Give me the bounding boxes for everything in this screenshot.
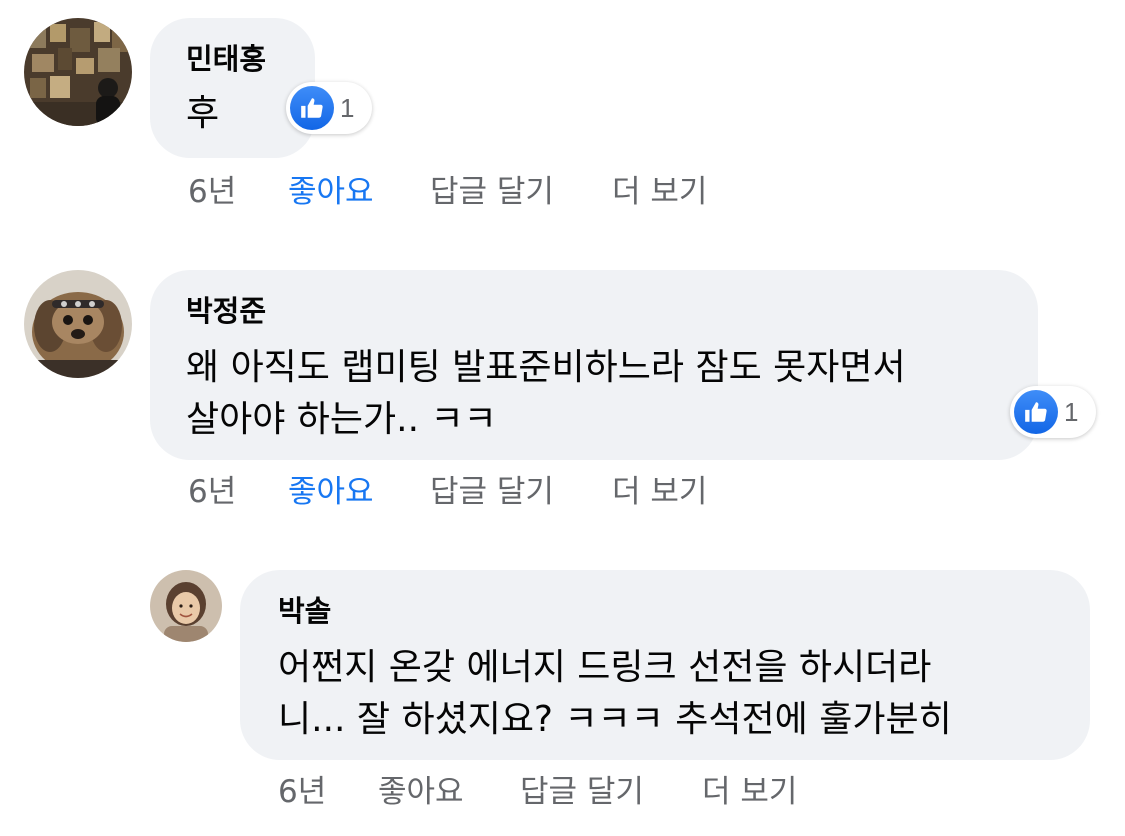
reaction-count: 1 (340, 92, 355, 123)
see-more-button[interactable]: 더 보기 (702, 772, 797, 812)
see-more-button[interactable]: 더 보기 (612, 172, 707, 212)
comment-1-actions: 6년 좋아요 답글 달기 더 보기 (188, 172, 748, 212)
comment-text-line: 어쩐지 온갖 에너지 드링크 선전을 하시더라 (278, 647, 932, 688)
comment-text-line: 니... 잘 하셨지요? ㅋㅋㅋ 추석전에 훌가분히 (278, 699, 952, 740)
comment-1-reaction-summary[interactable]: 1 (286, 82, 372, 134)
comment-text: 어쩐지 온갖 에너지 드링크 선전을 하시더라 니... 잘 하셨지요? ㅋㅋㅋ… (278, 642, 952, 746)
person-photo-avatar-image (150, 570, 222, 642)
comment-2-reaction-summary[interactable]: 1 (1010, 386, 1096, 438)
comment-2-avatar[interactable] (24, 270, 132, 378)
comment-text-line: 살아야 하는가.. ㅋㅋ (186, 399, 497, 440)
comment-author-name[interactable]: 민태홍 (186, 42, 266, 76)
comment-author-name[interactable]: 박정준 (186, 294, 266, 328)
comment-1-avatar[interactable] (24, 18, 132, 126)
thumbs-up-icon (290, 86, 334, 130)
comment-text: 왜 아직도 랩미팅 발표준비하느라 잠도 못자면서 살아야 하는가.. ㅋㅋ (186, 342, 906, 446)
comment-timestamp[interactable]: 6년 (188, 172, 236, 212)
thumbs-up-icon (1014, 390, 1058, 434)
comment-timestamp[interactable]: 6년 (188, 472, 236, 512)
see-more-button[interactable]: 더 보기 (612, 472, 707, 512)
comment-text-line: 왜 아직도 랩미팅 발표준비하느라 잠도 못자면서 (186, 347, 906, 388)
like-button[interactable]: 좋아요 (288, 172, 374, 212)
dog-photo-avatar-image (24, 270, 132, 378)
comment-3-avatar[interactable] (150, 570, 222, 642)
comment-3-bubble: 박솔 어쩐지 온갖 에너지 드링크 선전을 하시더라 니... 잘 하셨지요? … (240, 570, 1090, 760)
comment-author-name[interactable]: 박솔 (278, 594, 331, 628)
gallery-photo-avatar-image (24, 18, 132, 126)
reply-button[interactable]: 답글 달기 (430, 472, 554, 512)
comment-2-actions: 6년 좋아요 답글 달기 더 보기 (188, 472, 748, 512)
comment-1-bubble: 민태홍 후 (150, 18, 315, 158)
like-button[interactable]: 좋아요 (378, 772, 464, 812)
reply-button[interactable]: 답글 달기 (430, 172, 554, 212)
comment-2-bubble: 박정준 왜 아직도 랩미팅 발표준비하느라 잠도 못자면서 살아야 하는가.. … (150, 270, 1038, 460)
reply-button[interactable]: 답글 달기 (520, 772, 644, 812)
like-button[interactable]: 좋아요 (288, 472, 374, 512)
comment-text-line: 후 (186, 93, 220, 134)
comment-text: 후 (186, 88, 219, 140)
comment-timestamp[interactable]: 6년 (278, 772, 326, 812)
reaction-count: 1 (1064, 396, 1079, 427)
comment-3-actions: 6년 좋아요 답글 달기 더 보기 (278, 772, 838, 812)
